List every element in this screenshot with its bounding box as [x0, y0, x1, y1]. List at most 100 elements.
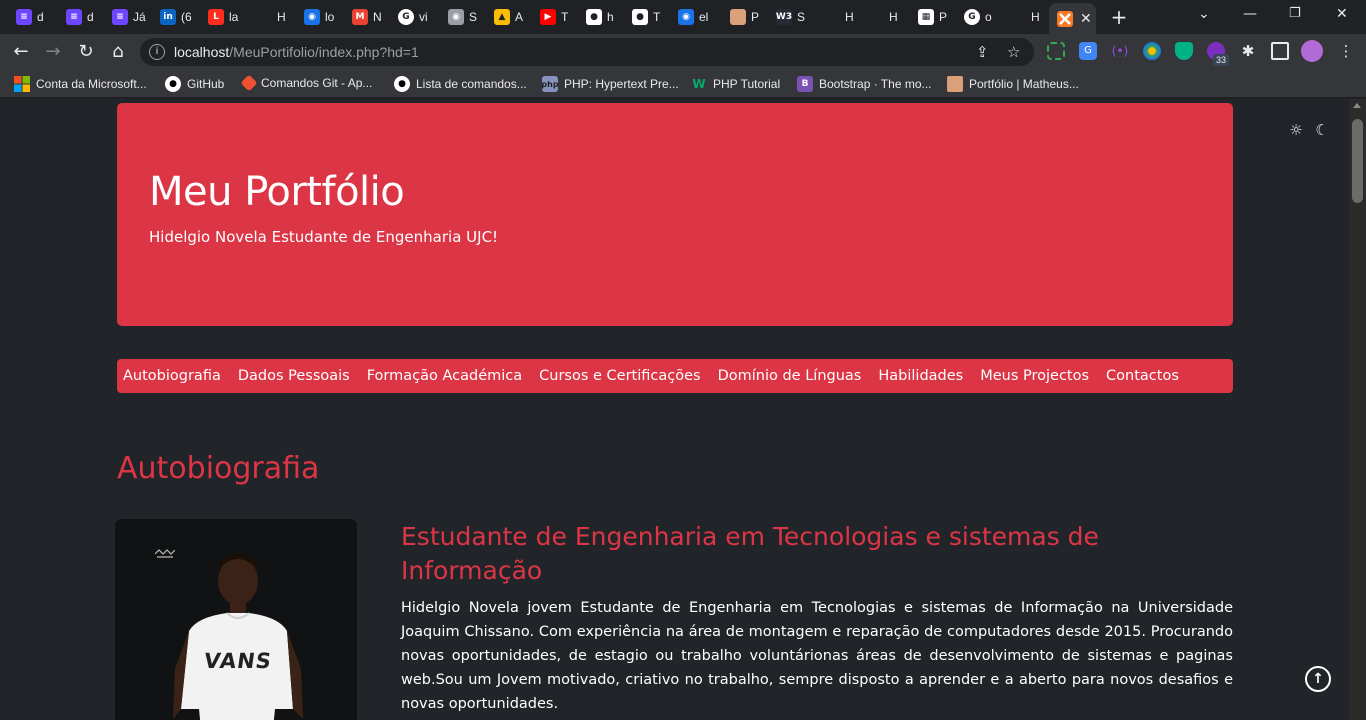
nav-link-autobiografia[interactable]: Autobiografia — [123, 368, 238, 384]
light-mode-icon[interactable]: ☼ — [1287, 121, 1305, 139]
list-icon: ≡ — [66, 9, 82, 25]
bookmark-item[interactable]: Comandos Git - Ap... — [240, 74, 372, 92]
tab-16[interactable]: W3 S — [768, 3, 805, 31]
tab-15[interactable]: P — [722, 3, 759, 31]
tab-7[interactable]: MN — [344, 3, 382, 31]
gmail-icon: M — [352, 9, 368, 25]
tab-11[interactable]: ▶ T — [532, 3, 568, 31]
tab-5[interactable]: H — [248, 3, 286, 31]
drive-icon: ▲ — [494, 9, 510, 25]
bookmark-item[interactable]: ● Lista de comandos... — [394, 76, 527, 92]
tab-8[interactable]: Gvi — [390, 3, 428, 31]
bookmark-item[interactable]: Conta da Microsoft... — [14, 76, 147, 92]
nav-link-linguas[interactable]: Domínio de Línguas — [718, 368, 879, 384]
tab-title: A — [515, 10, 524, 24]
tab-title: N — [373, 10, 382, 24]
tab-title: H — [1031, 10, 1040, 24]
restore-button[interactable]: ❐ — [1289, 6, 1301, 21]
browser-toolbar: ← → ↻ ⌂ i localhost/MeuPortifolio/index.… — [0, 34, 1366, 70]
bio-heading: Estudante de Engenharia em Tecnologias e… — [401, 522, 1099, 585]
blank-icon — [1010, 9, 1026, 25]
close-window-button[interactable]: ✕ — [1336, 6, 1348, 22]
tab-title: T — [653, 10, 661, 24]
list-icon: ≡ — [112, 9, 128, 25]
nav-link-projectos[interactable]: Meus Projectos — [980, 368, 1106, 384]
tab-17[interactable]: H — [816, 3, 854, 31]
page-viewport: Meu Portfólio Hidelgio Novela Estudante … — [0, 99, 1349, 720]
reload-button[interactable]: ↻ — [76, 42, 96, 62]
google-icon: G — [964, 9, 980, 25]
tab-title: Já — [133, 10, 146, 24]
tab-active[interactable]: ✕ — [1049, 3, 1096, 34]
dark-mode-icon[interactable]: ☾ — [1313, 121, 1331, 139]
microsoft-icon — [14, 76, 30, 92]
minimize-button[interactable]: — — [1243, 6, 1257, 22]
tab-2[interactable]: ≡ Já — [104, 3, 146, 31]
youtube-icon: ▶ — [540, 9, 556, 25]
bookmark-item[interactable]: W PHP Tutorial — [691, 76, 780, 92]
nav-link-cursos[interactable]: Cursos e Certificações — [539, 368, 717, 384]
tab-14[interactable]: ◉ el — [670, 3, 708, 31]
side-panel-icon[interactable] — [1271, 42, 1289, 60]
bookmark-star-icon[interactable]: ☆ — [1007, 43, 1020, 61]
tab-12[interactable]: ● h — [578, 3, 614, 31]
main-nav: Autobiografia Dados Pessoais Formação Ac… — [117, 359, 1233, 393]
color-extension-icon[interactable] — [1143, 42, 1161, 60]
nav-link-contactos[interactable]: Contactos — [1106, 368, 1196, 384]
tab-9[interactable]: ◉ S — [440, 3, 477, 31]
github-icon: ● — [394, 76, 410, 92]
close-tab-icon[interactable]: ✕ — [1080, 11, 1092, 27]
php-icon: php — [541, 76, 559, 92]
w-icon: W — [692, 77, 706, 91]
person-figure — [173, 554, 303, 720]
tab-19[interactable]: ▦ P — [910, 3, 947, 31]
git-icon — [240, 74, 258, 92]
site-info-icon[interactable]: i — [149, 44, 165, 60]
bookmark-item[interactable]: Portfólio | Matheus... — [947, 76, 1079, 92]
scroll-thumb[interactable] — [1352, 119, 1363, 203]
tab-4[interactable]: Lla — [200, 3, 238, 31]
bookmark-item[interactable]: php PHP: Hypertext Pre... — [541, 76, 679, 92]
translate-extension-icon[interactable]: G — [1079, 42, 1097, 60]
github-icon: ● — [586, 9, 602, 25]
tab-3[interactable]: in (6 — [152, 3, 192, 31]
tab-0[interactable]: ≡ d — [8, 3, 44, 31]
nav-link-dados-pessoais[interactable]: Dados Pessoais — [238, 368, 367, 384]
shield-extension-icon[interactable] — [1175, 42, 1193, 60]
linkedin-icon: in — [160, 9, 176, 25]
w3schools-icon: W3 — [776, 9, 792, 25]
address-bar[interactable]: i localhost/MeuPortifolio/index.php?hd=1… — [140, 38, 1034, 66]
tab-6[interactable]: ◉ lo — [296, 3, 334, 31]
tab-title: vi — [419, 10, 428, 24]
tab-1[interactable]: ≡ d — [58, 3, 94, 31]
puzzle-extensions-icon[interactable]: ✱ — [1239, 42, 1257, 60]
page-scrollbar[interactable] — [1349, 99, 1366, 720]
back-to-top-button[interactable]: ↑ — [1305, 666, 1331, 692]
bookmark-item[interactable]: ● GitHub — [165, 76, 224, 92]
forward-button[interactable]: → — [43, 42, 63, 62]
tab-search-icon[interactable]: ⌄ — [1198, 6, 1210, 22]
profile-avatar[interactable] — [1301, 40, 1323, 62]
tab-title: h — [607, 10, 614, 24]
tab-21[interactable]: H — [1002, 3, 1040, 31]
screen-capture-extension-icon[interactable] — [1047, 42, 1065, 60]
tab-18[interactable]: H — [860, 3, 898, 31]
home-button[interactable]: ⌂ — [108, 42, 128, 62]
github-icon: ● — [632, 9, 648, 25]
scroll-up-arrow-icon[interactable] — [1353, 103, 1361, 108]
nav-link-formacao-academica[interactable]: Formação Académica — [367, 368, 539, 384]
tab-20[interactable]: Go — [956, 3, 992, 31]
shirt-print: VANS — [202, 649, 274, 673]
tab-title: el — [699, 10, 709, 24]
new-tab-button[interactable]: + — [1110, 6, 1128, 28]
xampp-icon — [1057, 10, 1073, 27]
menu-icon[interactable]: ⋮ — [1337, 42, 1355, 60]
share-icon[interactable]: ⇪ — [976, 43, 989, 61]
tab-13[interactable]: ● T — [624, 3, 660, 31]
back-button[interactable]: ← — [11, 42, 31, 62]
tab-10[interactable]: ▲ A — [486, 3, 523, 31]
nav-link-habilidades[interactable]: Habilidades — [878, 368, 980, 384]
bookmark-item[interactable]: B Bootstrap · The mo... — [797, 76, 932, 92]
url-text[interactable]: localhost/MeuPortifolio/index.php?hd=1 — [174, 44, 419, 60]
code-extension-icon[interactable]: (•) — [1111, 42, 1129, 60]
